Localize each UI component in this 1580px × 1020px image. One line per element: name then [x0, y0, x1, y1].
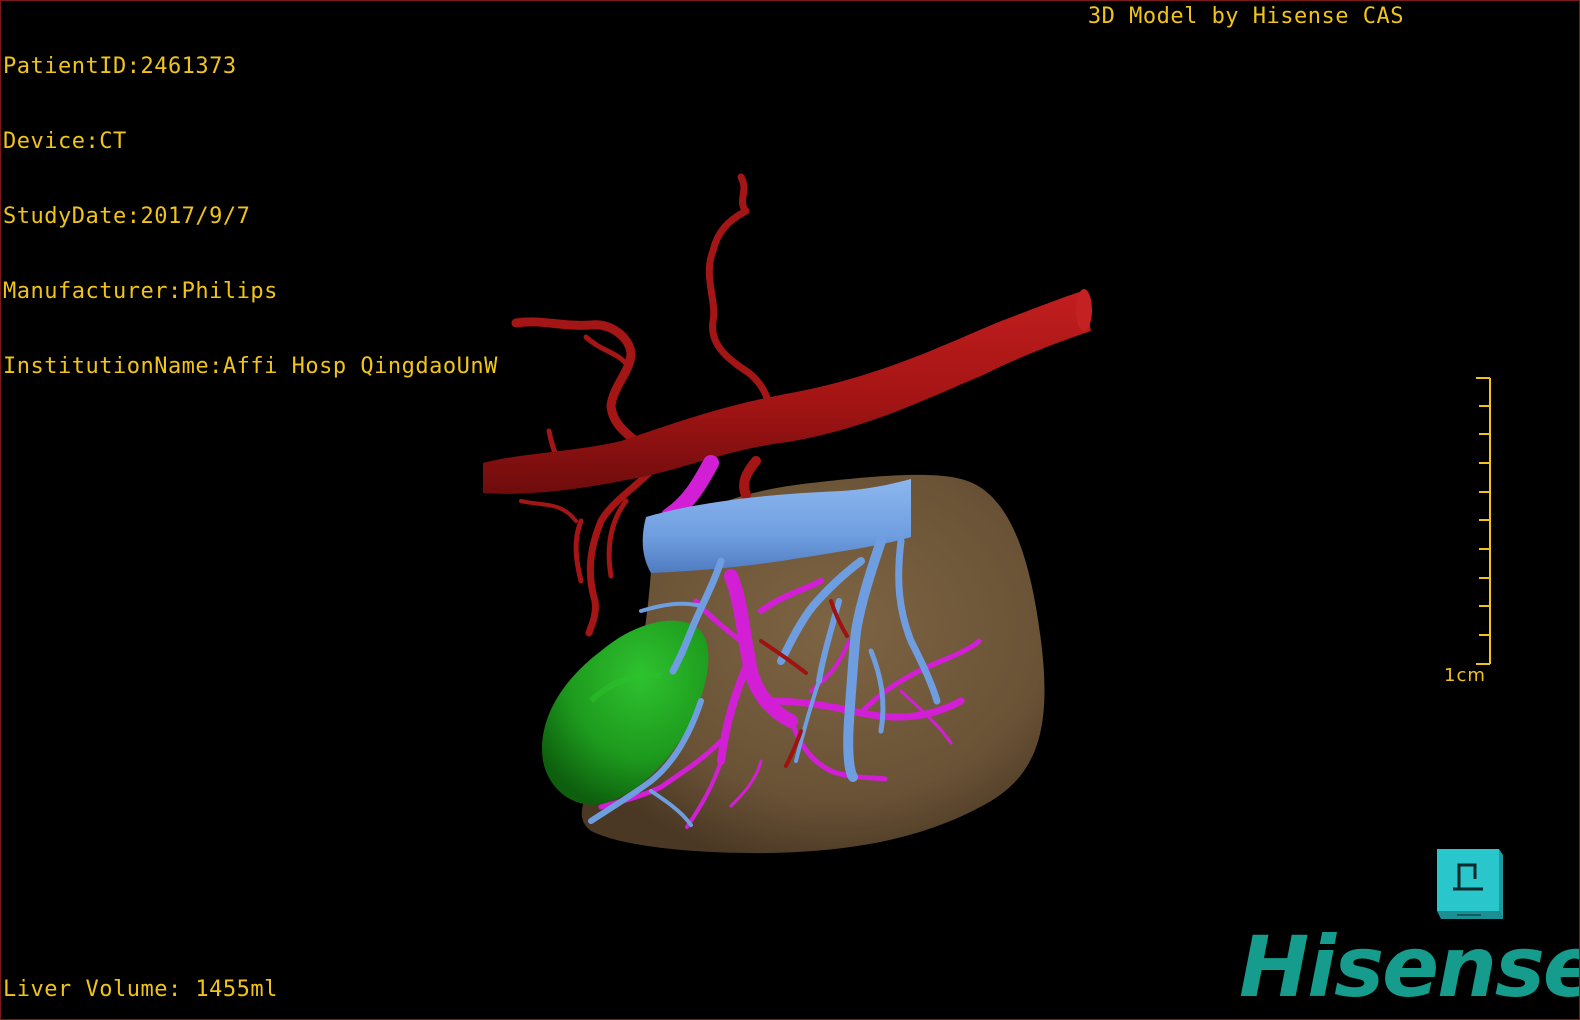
3d-viewport[interactable]: PatientID:2461373 Device:CT StudyDate:20…	[0, 0, 1580, 1020]
manufacturer-text: Manufacturer:Philips	[3, 279, 278, 304]
liver-volume-text: Liver Volume: 1455ml	[3, 977, 278, 1002]
scale-label: 1cm	[1444, 665, 1486, 686]
patient-id-text: PatientID:2461373	[3, 54, 237, 79]
dicom-info-overlay: PatientID:2461373 Device:CT StudyDate:20…	[3, 4, 498, 429]
institution-text: InstitutionName:Affi Hosp QingdaoUnW	[3, 354, 498, 379]
study-date-text: StudyDate:2017/9/7	[3, 204, 251, 229]
scale-bar	[1476, 377, 1491, 665]
model-credit-text: 3D Model by Hisense CAS	[1087, 4, 1404, 29]
orientation-cube[interactable]	[1437, 849, 1503, 921]
hisense-logo: Hisense	[1239, 918, 1580, 1016]
device-text: Device:CT	[3, 129, 127, 154]
